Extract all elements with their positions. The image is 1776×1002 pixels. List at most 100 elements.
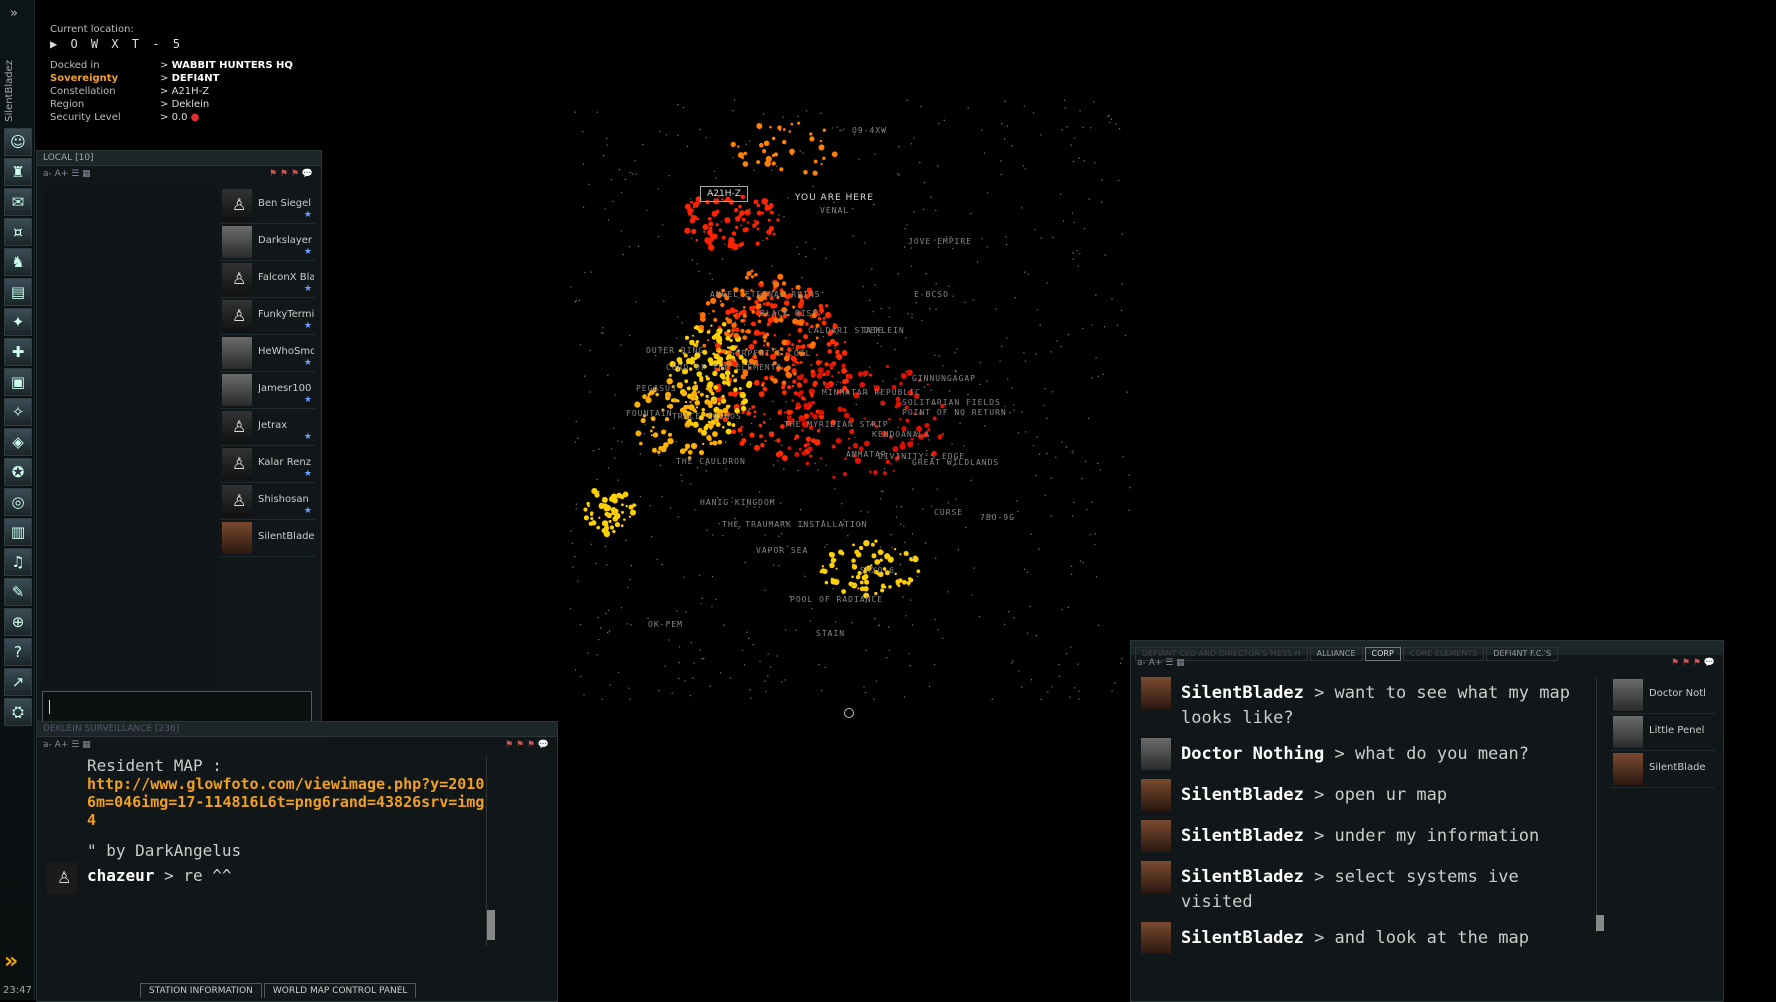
map-region-label[interactable]: E-BCSO bbox=[914, 290, 949, 299]
map-system-dot[interactable] bbox=[735, 313, 738, 316]
map-system-dot[interactable] bbox=[855, 574, 861, 580]
map-system-dot[interactable] bbox=[896, 582, 900, 586]
map-system-dot[interactable] bbox=[684, 227, 691, 234]
map-system-dot[interactable] bbox=[680, 390, 688, 397]
map-system-dot[interactable] bbox=[590, 520, 597, 526]
map-system-dot[interactable] bbox=[885, 364, 890, 369]
map-system-dot[interactable] bbox=[731, 423, 736, 427]
current-system-marker[interactable]: A21H-Z bbox=[700, 186, 748, 202]
member-row[interactable]: Little Penelop bbox=[1611, 714, 1715, 751]
member-row[interactable]: ♙ FalconX Bla ★ bbox=[220, 261, 316, 298]
member-name[interactable]: FalconX Bla bbox=[258, 272, 314, 283]
map-system-dot[interactable] bbox=[781, 454, 788, 462]
map-system-dot[interactable] bbox=[760, 280, 763, 284]
map-region-label[interactable]: PEGASUS bbox=[636, 384, 677, 393]
map-region-label[interactable]: TRACE COSMOS bbox=[672, 412, 742, 421]
map-system-dot[interactable] bbox=[690, 442, 698, 450]
map-system-dot[interactable] bbox=[808, 401, 812, 406]
map-system-dot[interactable] bbox=[732, 243, 739, 250]
avatar[interactable]: ♙ bbox=[222, 485, 252, 517]
map-region-label[interactable]: SHXO-6 bbox=[860, 566, 895, 575]
map-system-dot[interactable] bbox=[861, 575, 867, 581]
map-system-dot[interactable] bbox=[728, 404, 731, 408]
map-system-dot[interactable] bbox=[695, 325, 698, 328]
map-link[interactable]: http://www.glowfoto.com/viewimage.php?y=… bbox=[87, 775, 487, 829]
map-system-dot[interactable] bbox=[699, 392, 704, 397]
map-system-dot[interactable] bbox=[851, 575, 854, 579]
message-author[interactable]: SilentBladez bbox=[1181, 867, 1304, 887]
map-system-dot[interactable] bbox=[720, 349, 724, 352]
member-name[interactable]: SilentBladez bbox=[1649, 762, 1705, 773]
journal-icon[interactable]: ▤ bbox=[4, 278, 32, 306]
map-system-dot[interactable] bbox=[829, 338, 836, 345]
map-system-dot[interactable] bbox=[601, 520, 608, 527]
map-region-label[interactable]: JOVE EMPIRE bbox=[908, 237, 972, 246]
map-system-dot[interactable] bbox=[728, 237, 735, 244]
map-region-label[interactable]: THE CAULDRON bbox=[676, 457, 746, 466]
map-system-dot[interactable] bbox=[749, 432, 755, 438]
map-system-dot[interactable] bbox=[888, 585, 892, 589]
map-system-dot[interactable] bbox=[941, 432, 945, 436]
font-size-controls[interactable]: a- A+ bbox=[43, 169, 68, 179]
map-system-dot[interactable] bbox=[770, 210, 774, 215]
avatar[interactable] bbox=[222, 374, 252, 406]
map-system-dot[interactable] bbox=[791, 384, 795, 388]
navy-icon[interactable]: ✪ bbox=[4, 458, 32, 486]
map-system-dot[interactable] bbox=[859, 586, 865, 592]
map-system-dot[interactable] bbox=[811, 400, 816, 405]
chat-scroll-thumb[interactable] bbox=[1596, 915, 1604, 931]
member-row[interactable]: Jamesr100 ★ bbox=[220, 372, 316, 409]
map-system-dot[interactable] bbox=[763, 375, 769, 381]
map-region-label[interactable]: 7BO-9G bbox=[980, 513, 1015, 522]
map-system-dot[interactable] bbox=[907, 441, 914, 448]
map-system-dot[interactable] bbox=[684, 443, 691, 449]
map-system-dot[interactable] bbox=[705, 387, 708, 391]
map-system-dot[interactable] bbox=[753, 199, 759, 205]
map-system-dot[interactable] bbox=[821, 565, 825, 568]
map-system-dot[interactable] bbox=[797, 327, 803, 333]
map-system-dot[interactable] bbox=[694, 399, 701, 406]
map-system-dot[interactable] bbox=[751, 310, 756, 314]
map-system-dot[interactable] bbox=[591, 487, 598, 495]
map-system-dot[interactable] bbox=[771, 136, 776, 141]
map-system-dot[interactable] bbox=[835, 567, 838, 570]
member-row[interactable]: SilentBladez bbox=[1611, 751, 1715, 788]
map-system-dot[interactable] bbox=[694, 384, 699, 389]
map-system-dot[interactable] bbox=[763, 339, 767, 343]
map-system-dot[interactable] bbox=[819, 456, 823, 460]
map-system-dot[interactable] bbox=[851, 564, 858, 570]
map-system-dot[interactable] bbox=[689, 218, 695, 224]
map-system-dot[interactable] bbox=[739, 210, 745, 216]
map-system-dot[interactable] bbox=[755, 241, 760, 246]
map-system-dot[interactable] bbox=[620, 524, 624, 528]
map-system-dot[interactable] bbox=[684, 335, 690, 340]
map-system-dot[interactable] bbox=[841, 363, 846, 369]
map-system-dot[interactable] bbox=[742, 313, 747, 318]
pilot-name[interactable]: SilentBladez bbox=[4, 60, 15, 122]
map-system-dot[interactable] bbox=[792, 379, 797, 384]
map-system-dot[interactable] bbox=[740, 405, 747, 412]
map-system-dot[interactable] bbox=[840, 551, 845, 556]
chat-scroll-thumb[interactable] bbox=[487, 910, 495, 940]
map-system-dot[interactable] bbox=[809, 388, 814, 393]
map-system-dot[interactable] bbox=[800, 373, 804, 378]
avatar[interactable] bbox=[222, 522, 252, 554]
map-system-dot[interactable] bbox=[656, 450, 661, 454]
map-system-dot[interactable] bbox=[754, 220, 760, 225]
map-system-dot[interactable] bbox=[816, 373, 823, 379]
map-system-dot[interactable] bbox=[812, 413, 818, 420]
map-system-dot[interactable] bbox=[836, 353, 843, 361]
map-system-dot[interactable] bbox=[780, 385, 785, 390]
map-system-dot[interactable] bbox=[690, 200, 694, 204]
map-system-dot[interactable] bbox=[689, 400, 692, 403]
map-system-dot[interactable] bbox=[742, 161, 749, 167]
notepad-icon[interactable]: ✎ bbox=[4, 578, 32, 606]
map-system-dot[interactable] bbox=[801, 429, 804, 432]
map-system-dot[interactable] bbox=[901, 579, 907, 585]
map-system-dot[interactable] bbox=[822, 128, 826, 132]
map-system-dot[interactable] bbox=[668, 373, 672, 377]
map-system-dot[interactable] bbox=[825, 304, 829, 308]
map-system-dot[interactable] bbox=[773, 152, 778, 157]
member-row[interactable]: Doctor Nothi bbox=[1611, 677, 1715, 714]
member-name[interactable]: SilentBladez bbox=[258, 531, 314, 542]
